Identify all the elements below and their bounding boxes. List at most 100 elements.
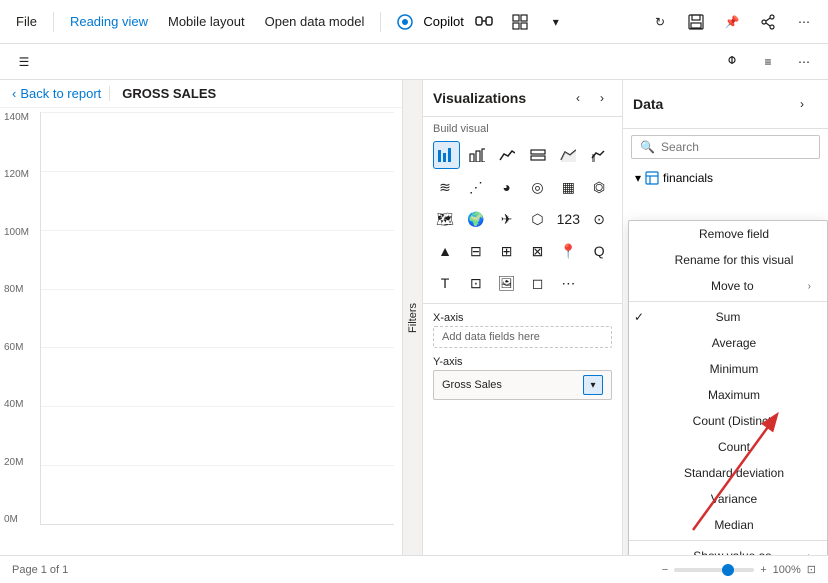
slicer-icon-btn[interactable]: ⊟ [462, 237, 490, 265]
x-axis-field-box[interactable]: Add data fields here [433, 326, 612, 348]
stddev-item[interactable]: Standard deviation [629, 460, 827, 486]
pin2-icon [725, 55, 739, 69]
search-box[interactable]: 🔍 [631, 135, 820, 159]
rename-label: Rename for this visual [675, 253, 794, 267]
column-chart-icon-btn[interactable] [464, 141, 490, 169]
pin2-btn[interactable] [716, 46, 748, 78]
donut-icon-btn[interactable]: ◎ [524, 173, 552, 201]
rename-visual-item[interactable]: Rename for this visual [629, 247, 827, 273]
textbox-icon-btn[interactable]: T [431, 269, 459, 297]
combo-chart-icon-btn[interactable] [586, 141, 612, 169]
y-label-100m: 100M [4, 227, 36, 238]
minimum-label: Minimum [710, 362, 759, 376]
stacked-bar-icon-btn[interactable] [525, 141, 551, 169]
filter2-btn[interactable]: ≡ [752, 46, 784, 78]
minimum-item[interactable]: Minimum [629, 356, 827, 382]
variance-item[interactable]: Variance [629, 486, 827, 512]
y-label-140m: 140M [4, 112, 36, 123]
azuremaps-icon-btn[interactable]: ⬡ [524, 205, 552, 233]
copilot-icon-btn[interactable] [389, 6, 421, 38]
search-input[interactable] [661, 140, 816, 154]
average-item[interactable]: Average [629, 330, 827, 356]
filled-map-icon-btn[interactable]: 🌍 [462, 205, 490, 233]
treemap-icon-btn[interactable]: ▦ [554, 173, 582, 201]
ellipsis-btn[interactable]: ⋯ [788, 46, 820, 78]
line-chart-icon-btn[interactable] [494, 141, 520, 169]
sum-label: Sum [716, 310, 741, 324]
data-panel-expand-btn[interactable]: › [786, 88, 818, 120]
shape2-icon-btn[interactable]: ◻ [524, 269, 552, 297]
y-axis-dropdown-btn[interactable]: ▾ [583, 375, 603, 395]
table-icon-btn[interactable]: ⊞ [493, 237, 521, 265]
geo-icon-btn[interactable]: 📍 [554, 237, 582, 265]
visualizations-panel: Visualizations ‹ › Build visual [423, 80, 623, 555]
map-icon-btn[interactable]: 🗺 [431, 205, 459, 233]
median-label: Median [714, 518, 753, 532]
pie-icon-btn[interactable]: ◕ [493, 173, 521, 201]
save-btn[interactable] [680, 6, 712, 38]
viz-divider [423, 303, 622, 304]
maximum-item[interactable]: Maximum [629, 382, 827, 408]
refresh-btn[interactable]: ↻ [644, 6, 676, 38]
menu-sep-2 [380, 12, 381, 32]
gauge-icon-btn[interactable]: ⊙ [585, 205, 613, 233]
image-icon-btn[interactable]: 🖼 [493, 269, 521, 297]
pin-btn[interactable]: 📌 [716, 6, 748, 38]
main-content: ‹ Back to report GROSS SALES 140M 120M 1… [0, 80, 828, 555]
y-label-120m: 120M [4, 169, 36, 180]
financials-label: financials [663, 171, 713, 185]
filters-tab[interactable]: Filters [403, 80, 423, 555]
hamburger-icon[interactable]: ☰ [8, 46, 40, 78]
data-tree-item-financials[interactable]: ▾ financials [631, 169, 820, 187]
funnel-icon-btn[interactable]: ⏣ [585, 173, 613, 201]
button-icon-btn[interactable]: ⊡ [462, 269, 490, 297]
y-axis-field[interactable]: Gross Sales ▾ [433, 370, 612, 400]
move-to-label: Move to [711, 279, 754, 293]
remove-field-label: Remove field [699, 227, 769, 241]
shape-icon-btn[interactable]: ✈ [493, 205, 521, 233]
waterfall-icon-btn[interactable]: ≋ [431, 173, 459, 201]
count-distinct-item[interactable]: Count (Distinct) [629, 408, 827, 434]
move-to-item[interactable]: Move to › [629, 273, 827, 299]
count-distinct-label: Count (Distinct) [693, 414, 776, 428]
count-label: Count [718, 440, 750, 454]
matrix-icon-btn[interactable]: ⊠ [524, 237, 552, 265]
fit-icon[interactable]: ⊡ [807, 563, 816, 576]
grid-line-0 [41, 112, 394, 113]
kpi-icon-btn[interactable]: ▲ [431, 237, 459, 265]
number-icon-btn[interactable]: 123 [554, 205, 582, 233]
page-indicator: Page 1 of 1 [12, 564, 68, 576]
grid-line-5 [41, 406, 394, 407]
more-btn[interactable]: ⋯ [788, 6, 820, 38]
bar-chart-icon-btn[interactable] [433, 141, 460, 169]
reading-view-menu[interactable]: Reading view [62, 10, 156, 33]
median-item[interactable]: Median [629, 512, 827, 538]
minus-btn[interactable]: − [662, 564, 668, 576]
open-data-model-menu[interactable]: Open data model [257, 10, 373, 33]
binoculars-btn[interactable] [468, 6, 500, 38]
share-btn[interactable] [752, 6, 784, 38]
x-axis-section: X-axis Add data fields here [423, 308, 622, 352]
area-chart-icon-btn[interactable] [555, 141, 581, 169]
plus-btn[interactable]: + [760, 564, 766, 576]
back-button[interactable]: ‹ Back to report [12, 86, 101, 101]
chevron-down-btn[interactable]: ▾ [540, 6, 572, 38]
viz-expand-left-btn[interactable]: ‹ [568, 88, 588, 108]
file-menu[interactable]: File [8, 10, 45, 33]
scatter-icon-btn[interactable]: ⋰ [462, 173, 490, 201]
grid-lines [41, 112, 394, 524]
qna-icon-btn[interactable]: Q [585, 237, 613, 265]
variance-label: Variance [711, 492, 757, 506]
remove-field-item[interactable]: Remove field [629, 221, 827, 247]
count-item[interactable]: Count [629, 434, 827, 460]
mobile-layout-menu[interactable]: Mobile layout [160, 10, 253, 33]
viz-expand-right-btn[interactable]: › [592, 88, 612, 108]
y-axis-labels: 140M 120M 100M 80M 60M 40M 20M 0M [0, 108, 40, 525]
grid-btn[interactable] [504, 6, 536, 38]
copilot-group: Copilot [389, 6, 463, 38]
more-icon-btn[interactable]: ⋯ [554, 269, 582, 297]
show-value-as-item[interactable]: Show value as › [629, 543, 827, 555]
sum-item[interactable]: ✓ Sum [629, 304, 827, 330]
zoom-slider[interactable] [674, 568, 754, 572]
menu-sep-1 [53, 12, 54, 32]
